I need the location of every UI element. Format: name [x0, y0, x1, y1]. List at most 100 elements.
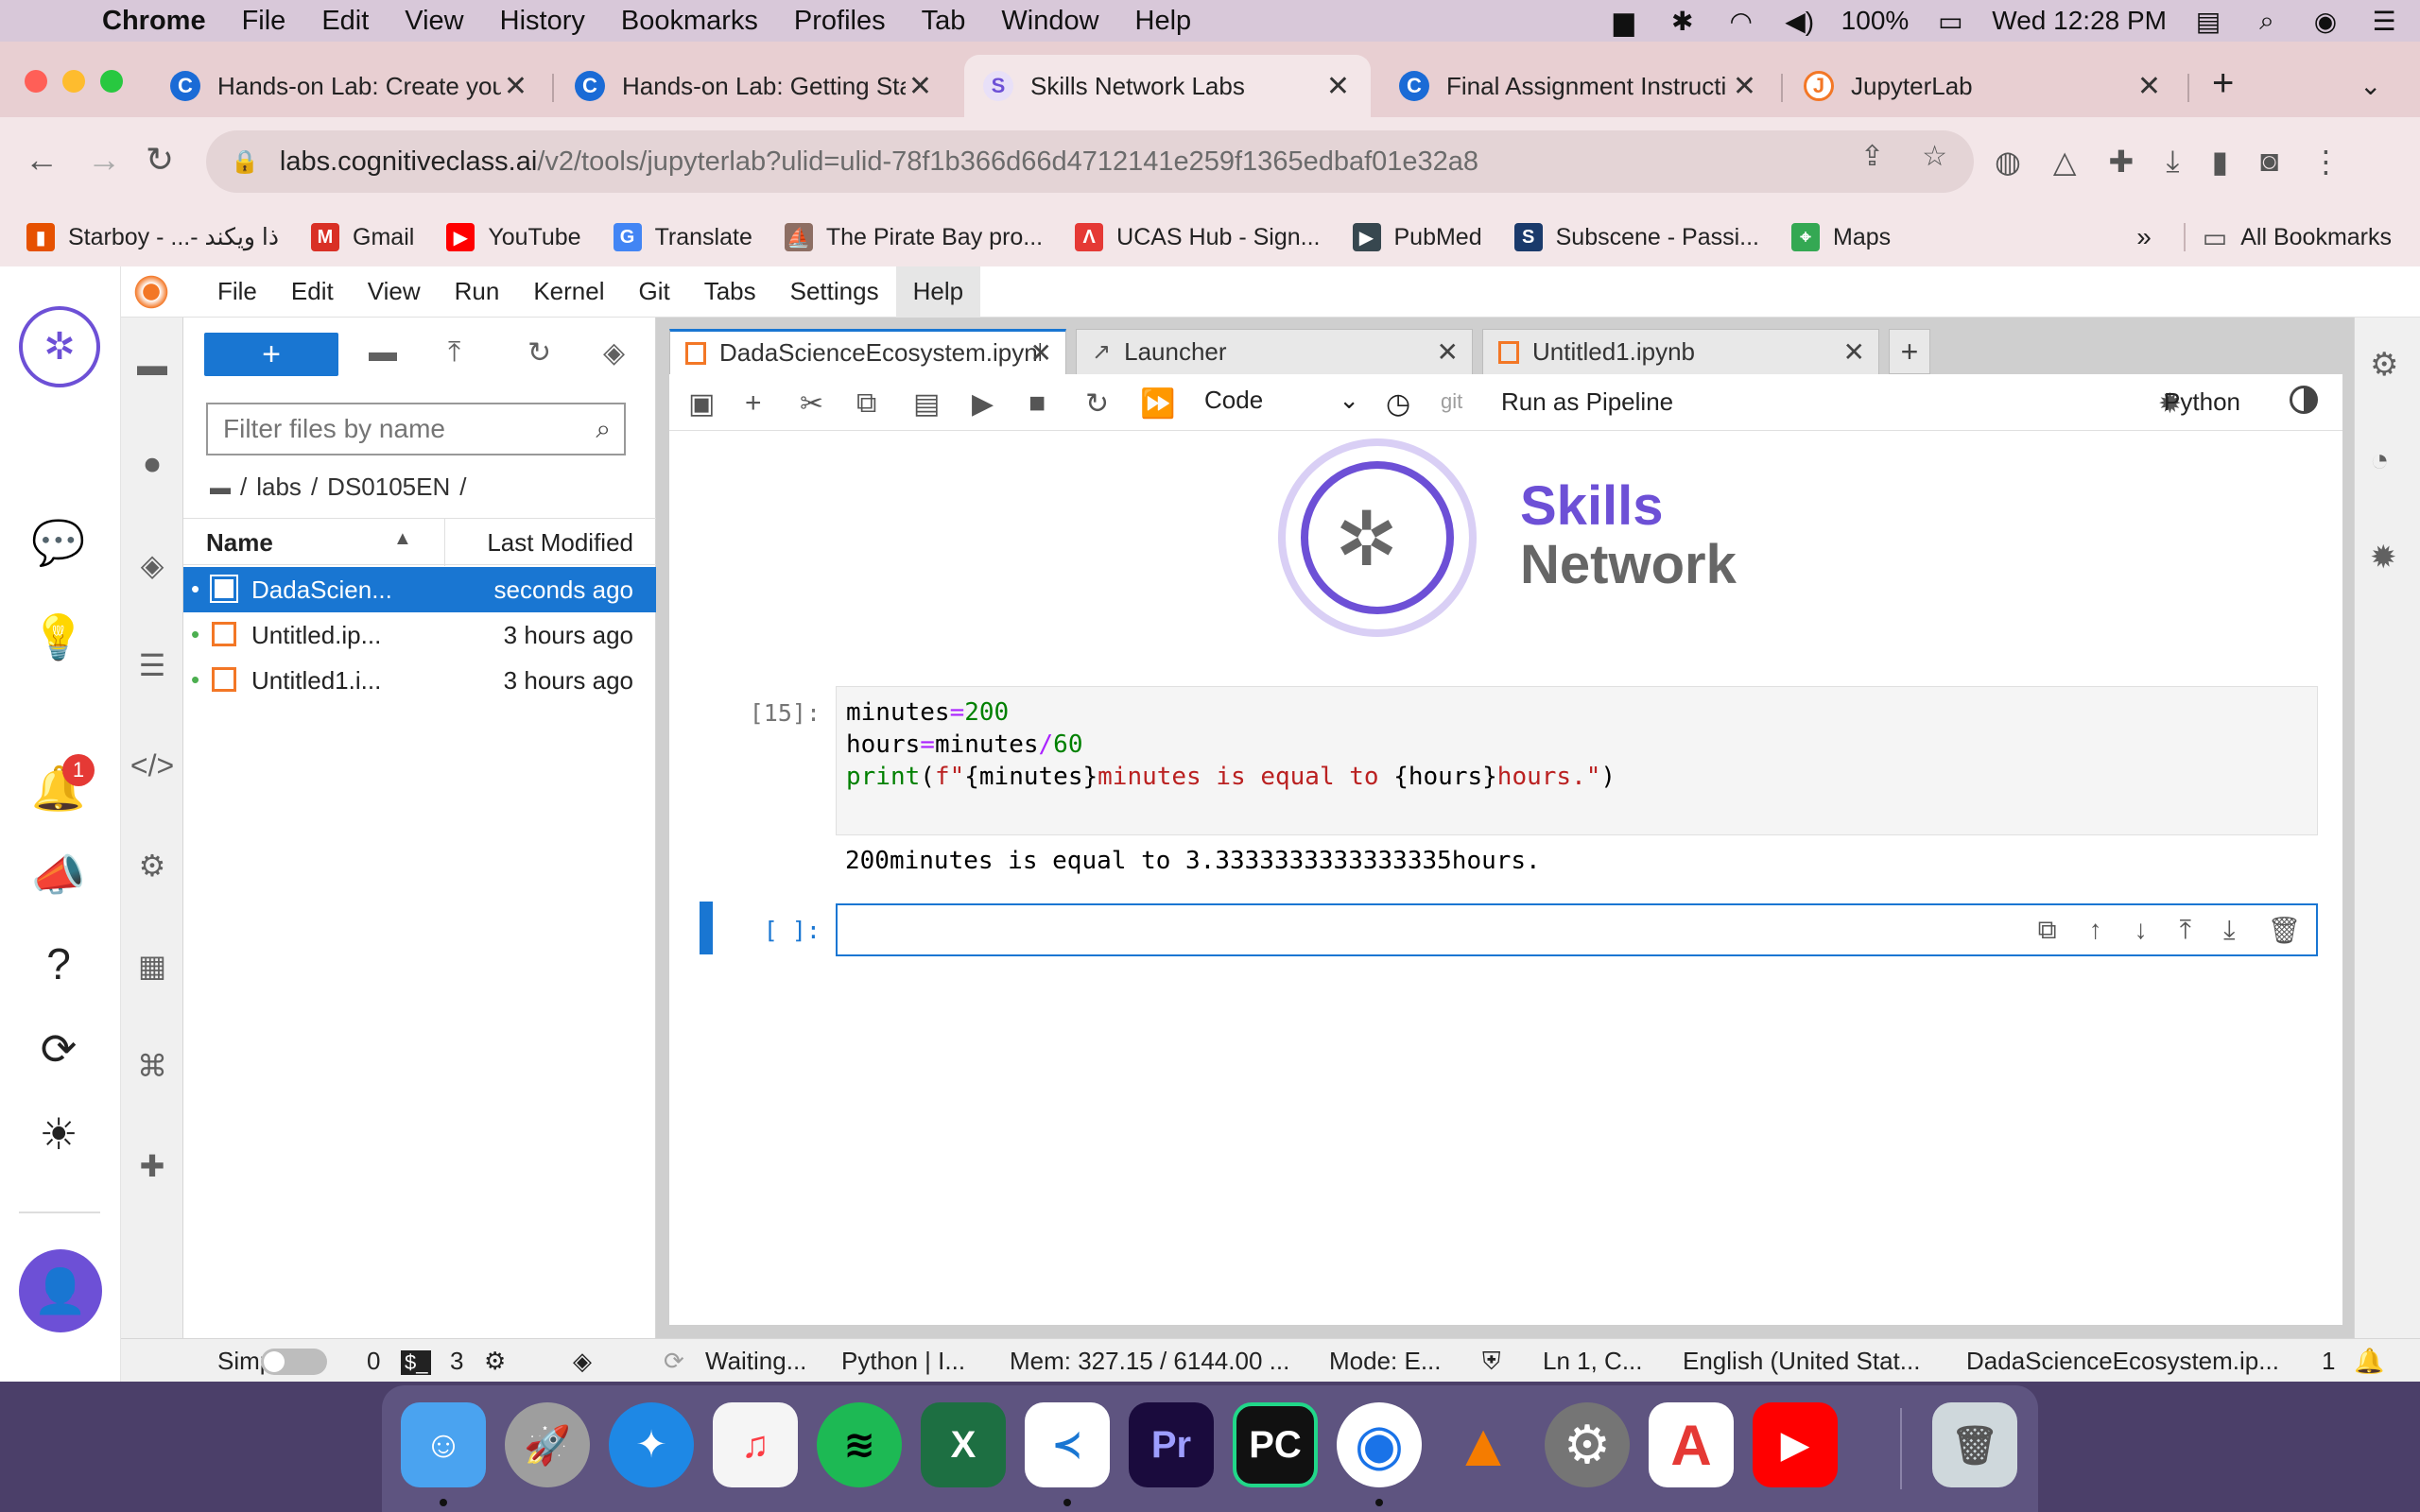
control-center-icon[interactable]: ☰: [2367, 7, 2401, 36]
kernel-count[interactable]: 3: [450, 1347, 463, 1376]
lightbulb-icon[interactable]: 💡: [28, 607, 89, 667]
bookmark-star-icon[interactable]: ☆: [1922, 140, 1947, 173]
jp-menu-settings[interactable]: Settings: [773, 266, 896, 318]
insert-below-icon[interactable]: ⤓: [2223, 915, 2235, 946]
all-bookmarks[interactable]: All Bookmarks: [2240, 224, 2392, 251]
bookmark-translate[interactable]: G Translate: [613, 223, 752, 251]
address-bar[interactable]: 🔒 labs.cognitiveclass.ai/v2/tools/jupyte…: [206, 130, 1974, 193]
save-icon[interactable]: ▣: [688, 387, 715, 421]
help-icon[interactable]: ?: [28, 934, 89, 994]
music-icon[interactable]: ♫: [713, 1402, 798, 1487]
upload-icon[interactable]: ⤒: [448, 336, 460, 369]
tab-search-chevron-icon[interactable]: ⌄: [2360, 70, 2381, 101]
git-diff-button[interactable]: git: [1441, 389, 1462, 414]
debugger-bug-icon[interactable]: ✹: [2370, 539, 2397, 576]
run-as-pipeline-button[interactable]: Run as Pipeline: [1501, 387, 1673, 417]
run-icon[interactable]: ▶: [972, 387, 994, 421]
column-name[interactable]: Name: [206, 528, 273, 558]
bookmark-piratebay[interactable]: ⛵ The Pirate Bay pro...: [784, 223, 1043, 251]
more-vertical-icon[interactable]: ⋮: [2310, 144, 2341, 180]
spotlight-icon[interactable]: ⌕: [2250, 6, 2284, 35]
refresh-icon[interactable]: ↻: [527, 336, 551, 369]
close-icon[interactable]: ✕: [2137, 70, 2161, 103]
move-down-icon[interactable]: ↓: [2135, 915, 2148, 946]
forward-arrow-icon[interactable]: →: [87, 140, 121, 180]
pipeline-editor-icon[interactable]: ▦: [133, 947, 171, 985]
file-row[interactable]: • Untitled1.i... 3 hours ago: [183, 658, 656, 703]
jp-menu-file[interactable]: File: [200, 266, 274, 318]
bookmark-maps[interactable]: ⌖ Maps: [1791, 223, 1891, 251]
new-tab-button[interactable]: +: [2212, 62, 2234, 105]
bookmark-youtube[interactable]: ▶ YouTube: [446, 223, 581, 251]
git-status-icon[interactable]: ◈: [573, 1347, 592, 1376]
lsp-icon[interactable]: ⟳: [664, 1347, 684, 1376]
window-close-icon[interactable]: [25, 70, 47, 93]
insert-cell-icon[interactable]: +: [745, 387, 762, 420]
matlab-icon[interactable]: ▲: [1441, 1402, 1526, 1487]
cut-icon[interactable]: ✂: [800, 387, 823, 421]
stop-icon[interactable]: ■: [1028, 387, 1046, 420]
column-divider[interactable]: [444, 519, 445, 566]
kernel-gear-icon[interactable]: ⚙: [484, 1347, 506, 1376]
battery-icon[interactable]: ▭: [1933, 7, 1967, 36]
component-catalog-icon[interactable]: ⌘: [133, 1047, 171, 1085]
close-icon[interactable]: ✕: [1030, 337, 1052, 369]
clock-icon[interactable]: ◷: [1386, 387, 1410, 421]
close-icon[interactable]: ✕: [1326, 70, 1350, 103]
move-up-icon[interactable]: ↑: [2089, 915, 2102, 946]
chrome-tab-2[interactable]: C Hands-on Lab: Getting Sta ✕: [556, 55, 953, 117]
property-inspector-icon[interactable]: ⚙: [133, 847, 171, 885]
close-icon[interactable]: ✕: [1437, 336, 1459, 368]
doc-tab-launcher[interactable]: ↗ Launcher ✕: [1076, 329, 1473, 374]
cell-type-select[interactable]: Code ⌄: [1204, 386, 1359, 415]
skills-network-logo-icon[interactable]: ✲: [19, 306, 100, 387]
copy-icon[interactable]: ⧉: [856, 387, 876, 420]
table-of-contents-icon[interactable]: ☰: [133, 646, 171, 684]
launchpad-icon[interactable]: 🚀: [505, 1402, 590, 1487]
menubar-view[interactable]: View: [405, 6, 463, 37]
vscode-icon[interactable]: ≺: [1025, 1402, 1110, 1487]
premiere-pro-icon[interactable]: Pr: [1129, 1402, 1214, 1487]
google-drive-icon[interactable]: △: [2053, 144, 2077, 180]
menubar-file[interactable]: File: [242, 6, 286, 37]
side-panel-icon[interactable]: ▮: [2212, 144, 2229, 180]
share-icon[interactable]: ⇪: [1860, 140, 1884, 173]
simple-mode-toggle[interactable]: [261, 1349, 327, 1375]
chrome-tab-active[interactable]: S Skills Network Labs ✕: [964, 55, 1371, 117]
chrome-tab-4[interactable]: C Final Assignment Instructi ✕: [1380, 55, 1777, 117]
kernel-status[interactable]: Python | I...: [841, 1347, 965, 1376]
new-folder-icon[interactable]: ▬: [369, 336, 397, 369]
breadcrumb-ds0105en[interactable]: DS0105EN: [327, 472, 450, 502]
file-row[interactable]: • DadaScien... seconds ago: [183, 567, 656, 612]
trusted-shield-icon[interactable]: ⛨: [1482, 1347, 1501, 1377]
jp-menu-view[interactable]: View: [351, 266, 438, 318]
sort-ascending-icon[interactable]: ▲: [393, 528, 412, 550]
jp-menu-edit[interactable]: Edit: [274, 266, 351, 318]
terminal-count[interactable]: 0: [367, 1347, 380, 1376]
git-clone-icon[interactable]: ◈: [603, 336, 625, 369]
run-all-icon[interactable]: ⏩: [1140, 387, 1175, 421]
flag-icon[interactable]: ▤: [2191, 7, 2225, 36]
column-last-modified[interactable]: Last Modified: [487, 528, 633, 558]
menubar-history[interactable]: History: [500, 6, 585, 37]
brightness-icon[interactable]: ☀: [28, 1104, 89, 1164]
download-icon[interactable]: ⤓: [2166, 144, 2179, 180]
close-icon[interactable]: ✕: [1733, 70, 1756, 103]
bell-icon[interactable]: 🔔: [2354, 1347, 2384, 1376]
system-preferences-icon[interactable]: ⚙: [1545, 1402, 1630, 1487]
lock-icon[interactable]: 🔒: [231, 148, 259, 176]
folder-icon[interactable]: ▭: [2203, 222, 2227, 253]
breadcrumb-labs[interactable]: labs: [256, 472, 302, 502]
bookmark-gmail[interactable]: M Gmail: [311, 223, 414, 251]
bookmark-starboy[interactable]: ▮ Starboy - ...- ذا ويكند: [26, 223, 279, 251]
new-launcher-button[interactable]: +: [204, 333, 338, 376]
reload-icon[interactable]: ↻: [146, 140, 174, 180]
refresh-icon[interactable]: ⟳: [28, 1019, 89, 1079]
menubar-bookmarks[interactable]: Bookmarks: [621, 6, 758, 37]
wifi-icon[interactable]: ◠: [1724, 7, 1758, 36]
spotify-icon[interactable]: ≋: [817, 1402, 902, 1487]
jp-menu-git[interactable]: Git: [621, 266, 686, 318]
git-icon[interactable]: ◈: [133, 546, 171, 584]
back-arrow-icon[interactable]: ←: [25, 140, 59, 180]
trash-icon[interactable]: 🗑: [1932, 1402, 2017, 1487]
